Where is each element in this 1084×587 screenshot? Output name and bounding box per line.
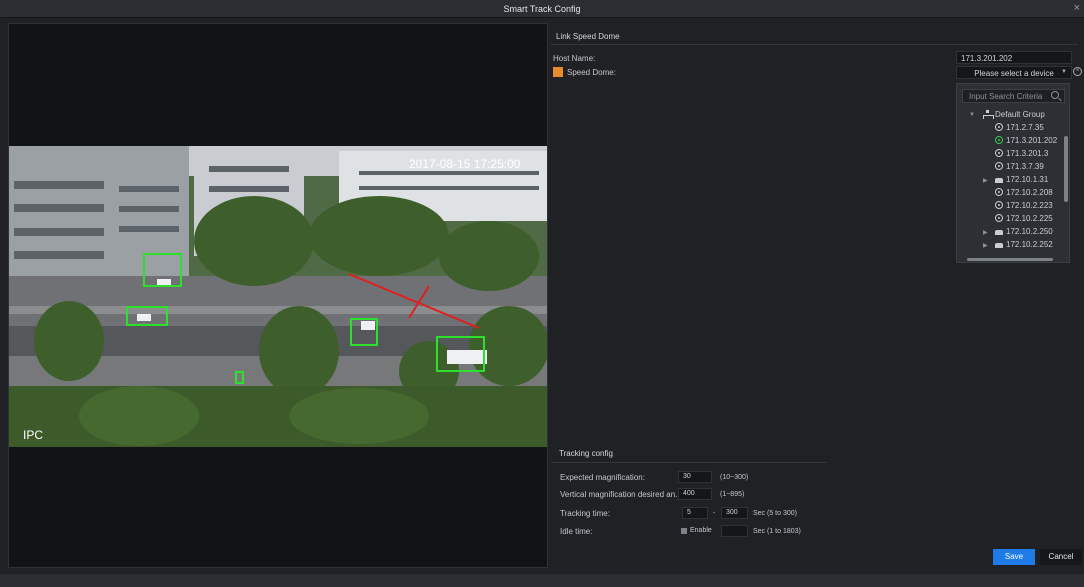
tracking-time-separator: - [713, 510, 716, 517]
idle-time-enable-label: Enable [690, 527, 712, 534]
tracking-time-max-input[interactable]: 300 [721, 507, 748, 519]
chevron-down-icon: ▼ [1061, 69, 1067, 75]
video-preview-panel: 2017-08-15 17:25:00 IPC [8, 23, 548, 568]
idle-time-label: Idle time: [560, 527, 593, 536]
tree-item-label: 172.10.2.223 [1006, 201, 1053, 210]
tree-item-camera[interactable]: 171.3.7.39 [995, 162, 1044, 174]
camera-icon [995, 188, 1003, 196]
tree-item-label: 171.2.7.35 [1006, 123, 1044, 132]
group-icon [983, 110, 994, 119]
idle-time-range: Sec (1 to 1803) [753, 528, 801, 535]
tree-item-label: Default Group [995, 110, 1045, 119]
vertical-magnification-range: (1~895) [720, 491, 745, 498]
nvr-icon [995, 178, 1003, 183]
link-speed-dome-section: Link Speed Dome [551, 23, 1078, 45]
close-icon[interactable]: × [1074, 2, 1080, 14]
tree-item-label: 171.3.201.202 [1006, 136, 1058, 145]
tree-item-camera[interactable]: 172.10.2.223 [995, 201, 1053, 213]
expected-magnification-range: (10~300) [720, 474, 749, 481]
camera-icon [995, 123, 1003, 131]
vertical-magnification-input[interactable]: 400 [678, 488, 712, 500]
tracking-config-section: Tracking config [551, 441, 827, 463]
tree-item-label: 172.10.2.252 [1006, 240, 1053, 249]
config-side-panel: Link Speed Dome Host Name: 171.3.201.202… [551, 23, 1082, 573]
camera-icon [995, 214, 1003, 222]
camera-icon [995, 162, 1003, 170]
tracking-time-range: Sec (5 to 300) [753, 510, 797, 517]
chevron-down-icon[interactable]: ▼ [969, 112, 975, 118]
link-speed-dome-heading: Link Speed Dome [556, 32, 620, 41]
host-name-field[interactable]: 171.3.201.202 [956, 51, 1072, 64]
camera-online-icon [995, 136, 1003, 144]
camera-icon [995, 149, 1003, 157]
window-title: Smart Track Config [503, 4, 581, 14]
tree-item-camera[interactable]: 171.3.201.3 [995, 149, 1048, 161]
camera-icon [995, 201, 1003, 209]
chevron-right-icon[interactable]: ▶ [983, 177, 988, 184]
device-select-value: Please select a device [974, 69, 1054, 78]
tracking-time-label: Tracking time: [560, 509, 610, 518]
expected-magnification-label: Expected magnification: [560, 473, 645, 482]
nvr-icon [995, 230, 1003, 235]
tree-item-label: 172.10.2.250 [1006, 227, 1053, 236]
idle-time-enable-checkbox[interactable] [681, 528, 687, 534]
search-placeholder: Input Search Criteria [969, 92, 1043, 101]
vertical-magnification-label: Vertical magnification desired an... [560, 490, 682, 499]
device-tree: ▼ Default Group 171.2.7.35 171.3.201.202… [957, 110, 1061, 260]
device-search-input[interactable]: Input Search Criteria [962, 89, 1065, 103]
nvr-icon [995, 243, 1003, 248]
tree-item-label: 171.3.201.3 [1006, 149, 1049, 158]
tree-item-camera[interactable]: 172.10.2.225 [995, 214, 1053, 226]
video-timestamp: 2017-08-15 17:25:00 [409, 157, 521, 171]
search-icon[interactable] [1051, 91, 1059, 99]
tracking-time-min-input[interactable]: 5 [682, 507, 708, 519]
tree-item-label: 172.10.1.31 [1006, 175, 1049, 184]
device-tree-panel: Input Search Criteria ▼ Default Group 17… [956, 83, 1070, 263]
chevron-right-icon[interactable]: ▶ [983, 242, 988, 249]
expected-magnification-input[interactable]: 30 [678, 471, 712, 483]
tree-item-camera[interactable]: 172.10.2.208 [995, 188, 1053, 200]
bottom-strip [0, 574, 1084, 587]
tree-item-label: 172.10.2.208 [1006, 188, 1053, 197]
cancel-button[interactable]: Cancel [1040, 549, 1082, 565]
tracking-config-heading: Tracking config [559, 449, 613, 458]
tree-item-default-group[interactable]: Default Group [983, 110, 1045, 122]
ipc-label: IPC [23, 428, 44, 442]
title-bar: Smart Track Config × [0, 0, 1084, 18]
tree-item-camera[interactable]: 171.2.7.35 [995, 123, 1044, 135]
chevron-right-icon[interactable]: ▶ [983, 229, 988, 236]
idle-time-input[interactable] [721, 525, 748, 537]
camera-video-frame[interactable]: 2017-08-15 17:25:00 IPC [9, 146, 547, 447]
clear-icon[interactable]: × [1073, 67, 1082, 76]
speed-dome-label: Speed Dome: [567, 68, 616, 77]
tree-vertical-scrollbar[interactable] [1064, 136, 1068, 202]
speed-dome-color-swatch [553, 67, 563, 77]
tree-horizontal-scrollbar[interactable] [967, 258, 1053, 261]
tree-item-camera[interactable]: 171.3.201.202 [995, 136, 1057, 148]
device-select-dropdown[interactable]: Please select a device ▼ [956, 66, 1072, 79]
save-button[interactable]: Save [993, 549, 1035, 565]
host-name-label: Host Name: [553, 54, 596, 63]
tree-item-nvr[interactable]: 172.10.1.31 [995, 175, 1048, 187]
tree-item-label: 172.10.2.225 [1006, 214, 1053, 223]
tree-item-nvr[interactable]: 172.10.2.252 [995, 240, 1053, 252]
tree-item-label: 171.3.7.39 [1006, 162, 1044, 171]
tree-item-nvr[interactable]: 172.10.2.250 [995, 227, 1053, 239]
camera-scene: 2017-08-15 17:25:00 [9, 146, 547, 447]
